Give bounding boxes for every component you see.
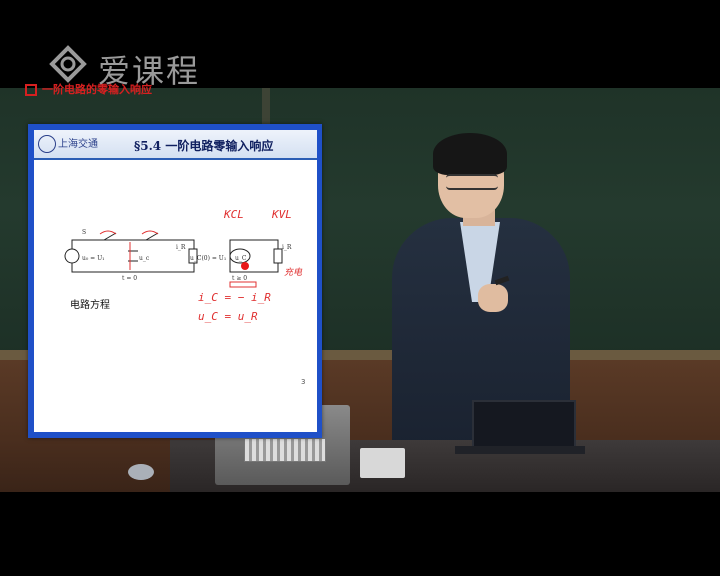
slide-page-number: 3 bbox=[301, 378, 306, 386]
equation-heading: 电路方程 bbox=[70, 300, 110, 311]
resistor-2-icon bbox=[273, 248, 283, 264]
switch-2-icon bbox=[145, 232, 159, 241]
switch-1-icon bbox=[103, 232, 117, 241]
lecturer-hair bbox=[433, 133, 507, 175]
annotation-equation-2: u_C = u_R bbox=[198, 310, 258, 323]
source-label: u₀ = U₁ bbox=[82, 255, 105, 262]
resistor-label: i_R bbox=[176, 244, 186, 251]
voltage-source-icon bbox=[64, 248, 80, 264]
capacitor-2-label: u_C bbox=[235, 255, 247, 262]
laptop-base bbox=[455, 446, 585, 454]
watermark-text: 爱课程 bbox=[98, 52, 201, 90]
annotation-underline bbox=[229, 281, 257, 288]
podium-vent bbox=[244, 438, 326, 462]
lecture-video-frame: 上海交通大学 §5.4 一阶电路零输入响应 一阶电路的零输入响应 bbox=[0, 0, 720, 576]
lecturer-hand bbox=[478, 284, 508, 312]
time-label-2: t ≥ 0 bbox=[232, 275, 248, 282]
circuit-diagrams bbox=[64, 230, 283, 288]
annotation-kvl: KVL bbox=[272, 208, 292, 221]
annotation-arc-2 bbox=[141, 230, 159, 235]
annotation-red-dot bbox=[241, 262, 249, 270]
switch-label: S bbox=[82, 229, 87, 236]
annotation-kcl: KCL bbox=[224, 208, 244, 221]
desk-speaker bbox=[360, 448, 405, 478]
annotation-arc-1 bbox=[99, 230, 117, 235]
capacitor-label: u_c bbox=[139, 255, 150, 262]
letterbox-bottom bbox=[0, 492, 720, 576]
lecturer-glasses bbox=[446, 174, 498, 190]
aikecheng-logo-icon bbox=[49, 45, 87, 83]
computer-mouse bbox=[128, 464, 154, 480]
laptop-screen bbox=[472, 400, 576, 452]
annotation-charge: 充电 bbox=[284, 268, 303, 278]
resistor-2-label: i_R bbox=[282, 244, 292, 251]
annotation-equation-1: i_C = − i_R bbox=[198, 291, 271, 304]
bullet-square-icon bbox=[25, 84, 37, 96]
initial-voltage-label: u_C(0) = U₁ bbox=[190, 255, 227, 262]
circuit-1 bbox=[64, 232, 198, 273]
time-label-1: t = 0 bbox=[122, 275, 138, 282]
